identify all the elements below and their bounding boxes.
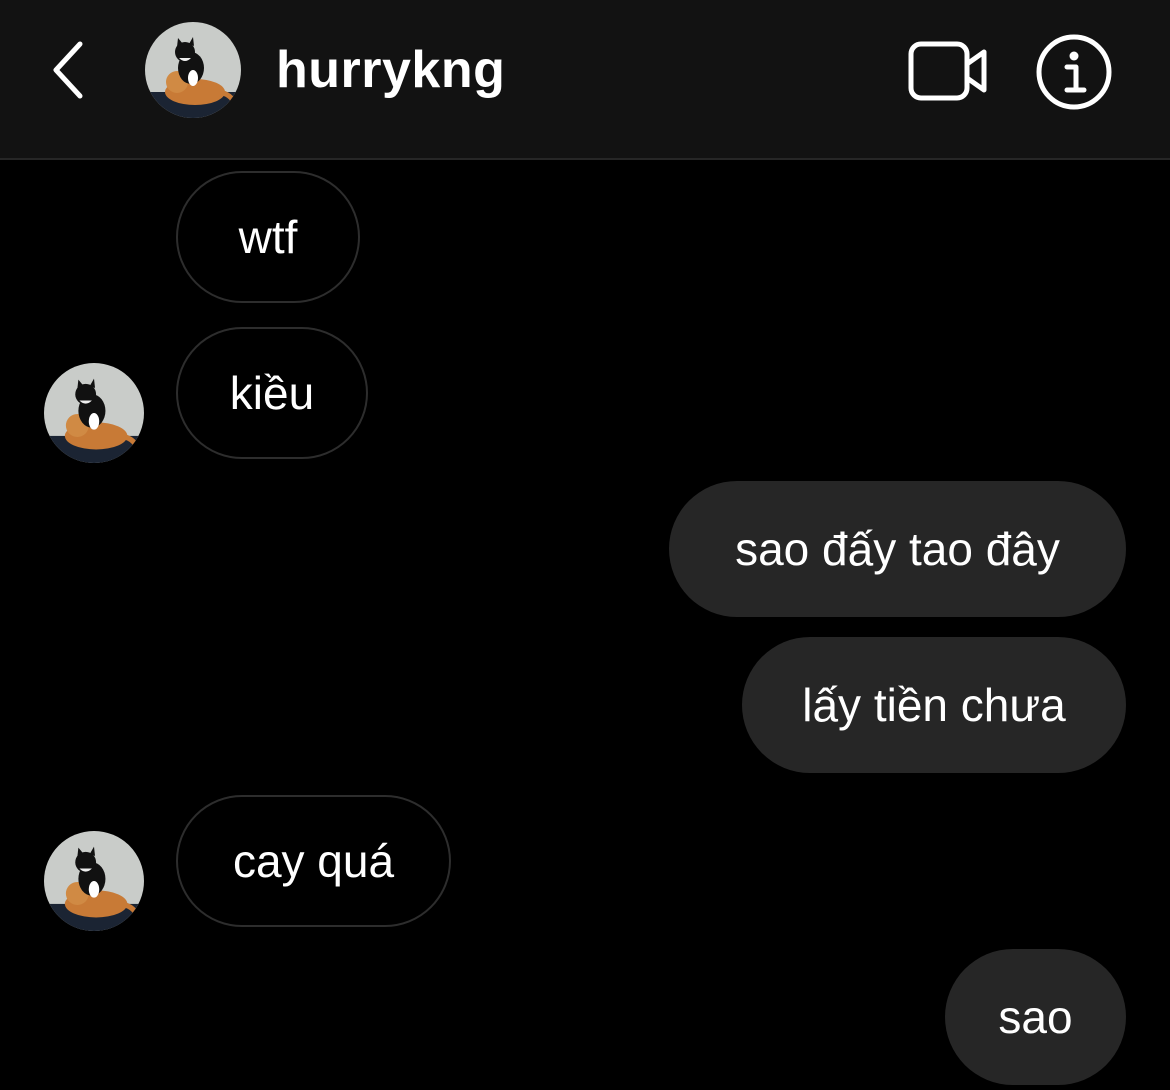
cat-photo bbox=[44, 831, 144, 931]
sender-avatar[interactable] bbox=[44, 831, 144, 931]
message-bubble-received[interactable]: cay quá bbox=[176, 795, 451, 927]
message-text: lấy tiền chưa bbox=[802, 679, 1066, 731]
cat-photo bbox=[145, 22, 241, 118]
message-text: sao bbox=[998, 991, 1073, 1043]
info-button[interactable] bbox=[1034, 32, 1114, 112]
back-button[interactable] bbox=[40, 34, 100, 106]
video-call-button[interactable] bbox=[906, 38, 992, 104]
video-camera-icon bbox=[908, 41, 987, 101]
info-icon bbox=[1036, 34, 1112, 110]
message-bubble-sent[interactable]: sao đấy tao đây bbox=[669, 481, 1126, 617]
message-bubble-sent[interactable]: lấy tiền chưa bbox=[742, 637, 1126, 773]
contact-avatar[interactable] bbox=[145, 22, 241, 118]
message-text: wtf bbox=[238, 211, 298, 263]
message-bubble-sent[interactable]: sao bbox=[945, 949, 1126, 1085]
sender-avatar[interactable] bbox=[44, 363, 144, 463]
message-bubble-received[interactable]: kiều bbox=[176, 327, 368, 459]
message-text: cay quá bbox=[232, 835, 395, 887]
message-text: sao đấy tao đây bbox=[735, 523, 1060, 575]
chat-header: hurrykng bbox=[0, 0, 1170, 160]
message-bubble-received[interactable]: wtf bbox=[176, 171, 360, 303]
message-text: kiều bbox=[229, 367, 315, 419]
chat-username[interactable]: hurrykng bbox=[276, 40, 505, 100]
chevron-left-icon bbox=[53, 41, 83, 99]
cat-photo bbox=[44, 363, 144, 463]
